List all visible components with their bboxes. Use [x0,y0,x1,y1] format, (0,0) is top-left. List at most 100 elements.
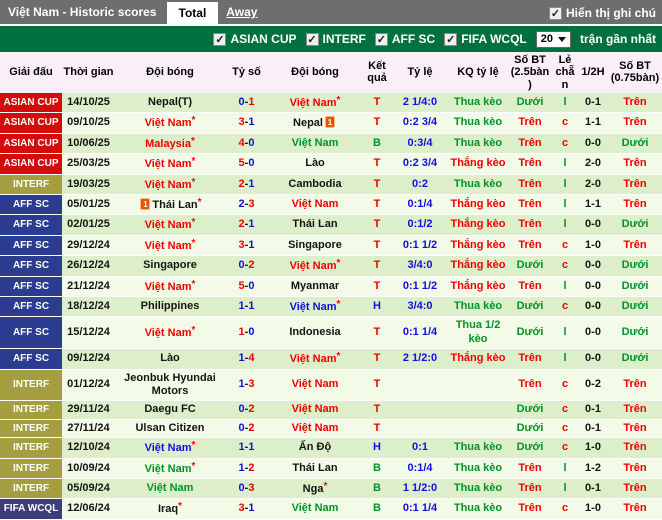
checkbox-checked-icon[interactable]: ✓ [549,6,562,20]
cell-home-team: Việt Nam [115,478,225,500]
cell-odds: 0:1/2 [392,214,448,236]
cell-home-team: Lào [115,348,225,370]
tab-total[interactable]: Total [166,2,219,24]
team-name: Myanmar [290,279,340,292]
filter-checkbox-fifa-wcql[interactable]: ✓ FIFA WCQL [444,32,527,46]
team-star-marker: * [336,299,341,310]
value: 3/4:0 [407,300,433,312]
value: Thua kèo [453,502,503,515]
value: 3 [248,482,255,495]
cell-odds-result: Thắng kèo [448,348,508,370]
cell-result: T [362,255,392,277]
cell-competition: AFF SC [0,276,62,298]
cell-over-under-25: Dưới [508,437,552,459]
cell-over-under-25: Trên [508,369,552,402]
show-notes-toggle[interactable]: ✓ Hiển thị ghi chú [549,6,662,24]
value: T [373,421,381,434]
cell-odd-even: l [552,214,578,236]
value: l [563,326,567,339]
cell-over-under-075: Trên [608,419,662,439]
cell-odds: 0:1 1/4 [392,316,448,350]
cell-score: 1-2 [225,458,268,480]
value: B [373,502,381,515]
cell-away-team: Việt Nam* [268,348,362,370]
value: 1 [248,177,255,190]
table-row: AFF SC 02/01/25 Việt Nam* 2-1 Thái Lan T 0:1/2… [0,214,662,236]
cell-score: 4-0 [225,133,268,155]
filter-label: INTERF [322,32,366,46]
cell-date: 10/06/25 [62,133,115,155]
checkbox-checked-icon[interactable]: ✓ [305,32,319,46]
cell-over-under-25: Trên [508,458,552,480]
show-notes-label: Hiển thị ghi chú [566,6,656,20]
value: 0:1/2 [407,218,433,231]
cell-competition: AFF SC [0,194,62,216]
cell-odds-result: Thắng kèo [448,194,508,216]
filter-checkbox-aff-sc[interactable]: ✓ AFF SC [374,32,436,46]
filter-label: AFF SC [391,32,436,46]
checkbox-checked-icon[interactable]: ✓ [213,32,227,46]
cell-result: B [362,458,392,480]
cell-halftime-score: 1-0 [578,437,608,459]
cell-score: 0-2 [225,419,268,439]
cell-score: 0-3 [225,478,268,500]
value: c [561,238,569,251]
cell-competition: ASIAN CUP [0,92,62,114]
cell-away-team: Việt Nam [268,194,362,216]
cell-odds: 2 1/4:0 [392,92,448,114]
value: T [373,352,381,365]
tab-away[interactable]: Away [218,1,265,24]
value: 2 [248,259,255,272]
cell-over-under-25: Trên [508,112,552,134]
cell-halftime-score: 1-1 [578,112,608,134]
cell-over-under-075: Dưới [608,296,662,318]
cell-odds [392,400,448,420]
cell-odds: 0:1 1/2 [392,235,448,257]
value: c [561,116,569,129]
table-row: INTERF 12/10/24 Việt Nam* 1-1 Ấn Độ H 0:1 Thua … [0,437,662,459]
team-name: Cambodia [288,177,342,190]
cell-odd-even: l [552,153,578,175]
value: l [563,482,567,495]
value: l [563,461,567,474]
value: l [563,95,567,108]
filter-checkbox-interf[interactable]: ✓ INTERF [305,32,366,46]
value: Trên [518,116,542,129]
cell-over-under-25: Trên [508,498,552,520]
cell-odds: 1 1/2:0 [392,478,448,500]
filter-checkbox-asian-cup[interactable]: ✓ ASIAN CUP [213,32,297,46]
cell-home-team: 1 Thái Lan* [115,194,225,216]
cell-result: T [362,112,392,134]
cell-odd-even: c [552,235,578,257]
cell-competition: FIFA WCQL [0,498,62,520]
value: Trên [623,177,647,190]
cell-odds-result: Thua kèo [448,112,508,134]
column-header-10: 1/2H [578,52,608,93]
historic-scores-table: Giải đấu Thời gian Đội bóng Tỷ số Đội bóng Kế… [0,52,662,520]
cell-score: 1-1 [225,296,268,318]
checkbox-checked-icon[interactable]: ✓ [374,32,388,46]
value: Dưới [516,403,544,416]
cell-date: 05/01/25 [62,194,115,216]
cell-score: 1-0 [225,316,268,350]
cell-away-team: Việt Nam* [268,255,362,277]
cell-odd-even: l [552,194,578,216]
cell-over-under-25: Dưới [508,316,552,350]
cell-away-team: Nepal 1 [268,112,362,134]
value: 1 1/2:0 [402,482,438,495]
cell-over-under-075: Dưới [608,348,662,370]
team-star-marker: * [336,351,341,363]
value: T [373,238,381,251]
value: Trên [518,197,542,210]
table-row: AFF SC 29/12/24 Việt Nam* 3-1 Singapore T 0:1 … [0,235,662,257]
table-row: AFF SC 15/12/24 Việt Nam* 1-0 Indonesia T 0:1 … [0,316,662,350]
team-name: Việt Nam [144,462,192,475]
match-count-select[interactable]: 20 [535,30,571,48]
cell-date: 25/03/25 [62,153,115,175]
checkbox-checked-icon[interactable]: ✓ [444,32,458,46]
team-star-marker: * [191,325,196,337]
value: 0:1 1/2 [402,279,438,292]
value: 1 [248,300,255,312]
cell-odd-even: l [552,276,578,298]
column-header-3: Tỷ số [225,52,268,93]
